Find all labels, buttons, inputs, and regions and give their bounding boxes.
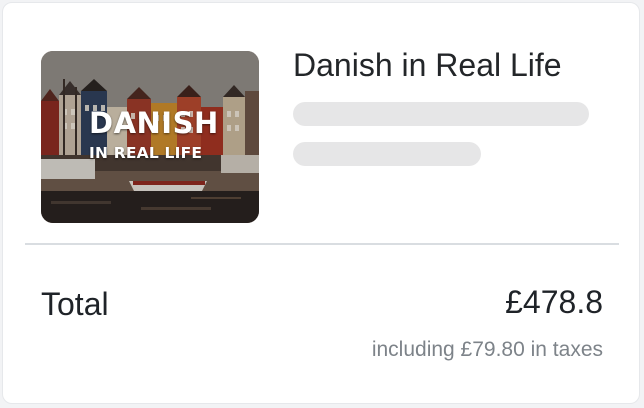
course-title: Danish in Real Life <box>293 47 562 83</box>
loading-placeholder-line <box>293 102 589 126</box>
course-thumbnail: DANISH IN REAL LIFE <box>41 51 259 223</box>
order-summary-card: DANISH IN REAL LIFE Danish in Real Life … <box>2 2 640 404</box>
tax-note: including £79.80 in taxes <box>371 338 603 361</box>
thumbnail-title-line2: IN REAL LIFE <box>89 144 203 162</box>
total-label: Total <box>41 286 109 322</box>
divider <box>25 243 619 245</box>
loading-placeholder-line <box>293 142 481 166</box>
thumbnail-overlay-text: DANISH IN REAL LIFE <box>89 109 219 162</box>
total-amount: £478.8 <box>505 284 603 320</box>
thumbnail-title-line1: DANISH <box>89 106 219 140</box>
